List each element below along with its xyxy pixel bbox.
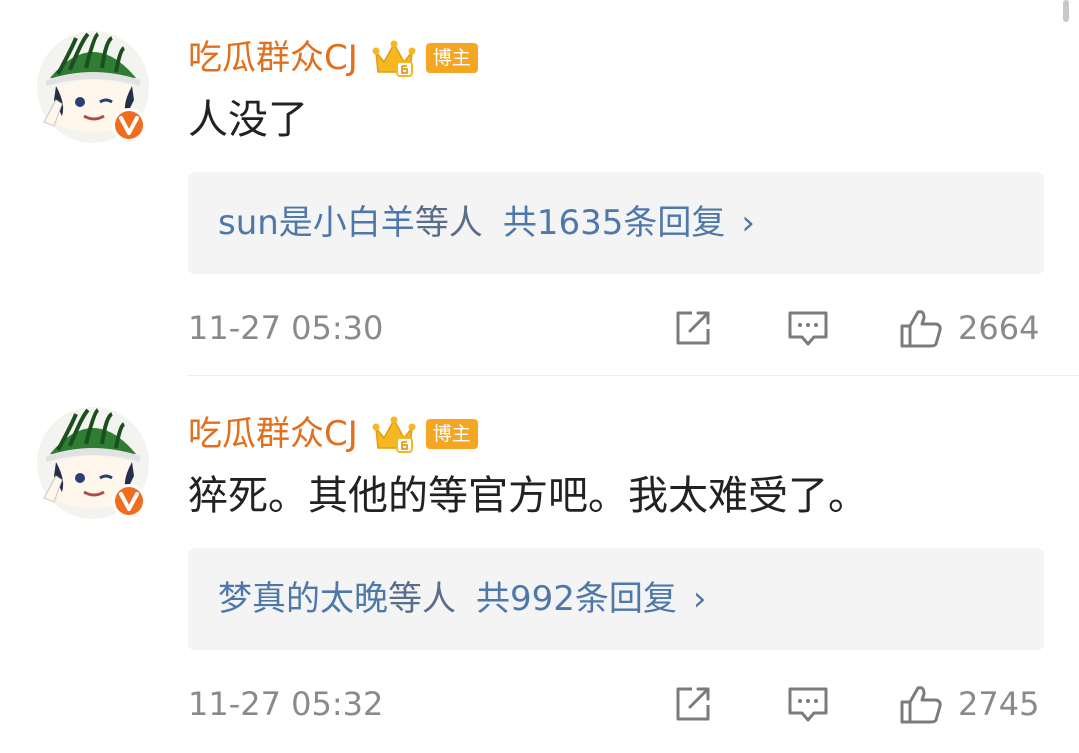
comment-meta: 11-27 05:30 2664 [188, 304, 1044, 352]
thumbs-up-icon [900, 310, 942, 348]
reply-suffix: 等人 [388, 579, 456, 619]
user-avatar[interactable] [36, 30, 150, 144]
reply-summary-box[interactable]: sun是小白羊等人 共1635条回复 › [188, 172, 1044, 274]
username[interactable]: 吃瓜群众CJ [188, 38, 358, 78]
name-row: 吃瓜群众CJ 博主 [188, 406, 478, 462]
verified-v-icon [112, 108, 146, 142]
comment-meta: 11-27 05:32 2745 [188, 680, 1044, 728]
reply-button[interactable] [786, 304, 830, 352]
comment-text: 猝死。其他的等官方吧。我太难受了。 [188, 473, 868, 519]
crown-level-icon [372, 40, 416, 77]
comment-icon [788, 311, 828, 346]
like-button[interactable]: 2664 [898, 304, 1039, 352]
reply-summary-link[interactable]: sun是小白羊等人 共1635条回复 › [218, 199, 755, 247]
reply-count[interactable]: 共1635条回复 [503, 203, 726, 243]
reply-summary-box[interactable]: 梦真的太晚等人 共992条回复 › [188, 548, 1044, 650]
chevron-right-icon: › [741, 203, 755, 243]
share-icon [676, 311, 710, 345]
share-icon [676, 687, 710, 721]
reply-user-names[interactable]: 梦真的太晚 [218, 579, 388, 619]
blogger-badge: 博主 [425, 419, 478, 449]
thumbs-up-icon [900, 686, 942, 724]
like-count: 2664 [958, 309, 1040, 347]
timestamp: 11-27 05:30 [188, 309, 384, 347]
crown-level-icon [372, 416, 416, 453]
comment-text: 人没了 [188, 97, 308, 143]
share-button[interactable] [672, 304, 714, 352]
reply-summary-link[interactable]: 梦真的太晚等人 共992条回复 › [218, 575, 707, 623]
like-count: 2745 [958, 685, 1040, 723]
chevron-right-icon: › [692, 579, 707, 619]
username[interactable]: 吃瓜群众CJ [188, 414, 358, 454]
share-button[interactable] [672, 680, 714, 728]
blogger-badge: 博主 [425, 43, 478, 73]
timestamp: 11-27 05:32 [188, 685, 384, 723]
reply-suffix: 等人 [414, 203, 483, 243]
reply-user-names[interactable]: sun是小白羊 [218, 203, 415, 243]
comment-icon [788, 687, 828, 722]
reply-count[interactable]: 共992条回复 [476, 579, 677, 619]
reply-button[interactable] [786, 680, 830, 728]
name-row: 吃瓜群众CJ 博主 [188, 30, 478, 86]
comment-item: 吃瓜群众CJ 博主 猝死。其他的等官方吧。我太难受了。 梦真的太晚等人 共992条… [0, 376, 1079, 752]
verified-v-icon [112, 484, 146, 518]
like-button[interactable]: 2745 [898, 680, 1039, 728]
user-avatar[interactable] [36, 406, 150, 520]
comment-item: 吃瓜群众CJ 博主 人没了 sun是小白羊等人 共1635条回复 › 11-27 0… [0, 0, 1079, 376]
